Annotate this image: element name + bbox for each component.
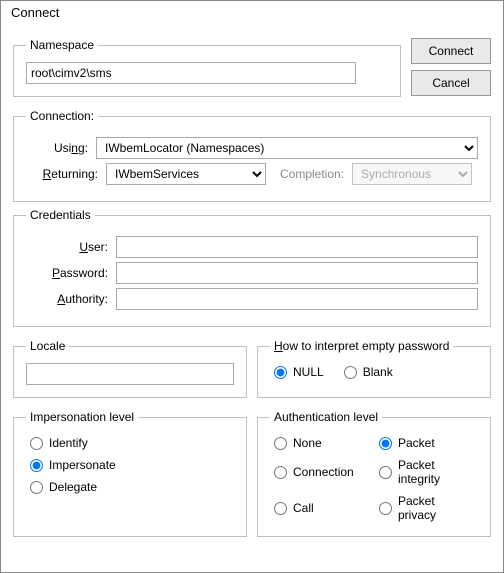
locale-input[interactable] [26,363,234,385]
namespace-legend: Namespace [26,38,98,52]
authentication-legend: Authentication level [270,410,382,424]
completion-label: Completion: [280,167,344,181]
authority-input[interactable] [116,288,478,310]
namespace-input[interactable] [26,62,356,84]
identify-radio[interactable] [30,437,43,450]
credentials-group: Credentials User: Password: Authority: [13,208,491,327]
delegate-radio-label[interactable]: Delegate [30,480,230,494]
none-radio-label[interactable]: None [274,436,369,450]
packet-integrity-radio-label[interactable]: Packet integrity [379,458,474,486]
connection-radio[interactable] [274,466,287,479]
packet-radio[interactable] [379,437,392,450]
packet-privacy-radio-label[interactable]: Packet privacy [379,494,474,522]
null-radio-label[interactable]: NULL [274,365,324,379]
returning-select[interactable]: IWbemServices [106,163,266,185]
connection-legend: Connection: [26,109,98,123]
impersonation-legend: Impersonation level [26,410,138,424]
impersonate-radio[interactable] [30,459,43,472]
user-input[interactable] [116,236,478,258]
completion-select: Synchronous [352,163,472,185]
identify-radio-label[interactable]: Identify [30,436,230,450]
dialog-body: Namespace Connect Cancel Connection: Usi… [1,24,503,572]
connection-radio-label[interactable]: Connection [274,458,369,486]
blank-radio-label[interactable]: Blank [344,365,393,379]
using-label: Using: [26,141,96,155]
packet-radio-label[interactable]: Packet [379,436,474,450]
namespace-group: Namespace [13,38,401,97]
empty-password-group: How to interpret empty password NULL Bla… [257,339,491,398]
using-select[interactable]: IWbemLocator (Namespaces) [96,137,478,159]
connect-dialog: Connect Namespace Connect Cancel Connect… [0,0,504,573]
blank-radio[interactable] [344,366,357,379]
packet-privacy-radio[interactable] [379,502,392,515]
authority-label: Authority: [26,292,116,306]
none-radio[interactable] [274,437,287,450]
window-title: Connect [1,1,503,24]
call-radio[interactable] [274,502,287,515]
user-label: User: [26,240,116,254]
password-label: Password: [26,266,116,280]
locale-legend: Locale [26,339,69,353]
impersonate-radio-label[interactable]: Impersonate [30,458,230,472]
connection-group: Connection: Using: IWbemLocator (Namespa… [13,109,491,202]
empty-password-legend: How to interpret empty password [270,339,453,353]
returning-label: Returning: [26,167,106,181]
packet-integrity-radio[interactable] [379,466,392,479]
locale-group: Locale [13,339,247,398]
credentials-legend: Credentials [26,208,95,222]
connect-button[interactable]: Connect [411,38,491,64]
cancel-button[interactable]: Cancel [411,70,491,96]
impersonation-group: Impersonation level Identify Impersonate… [13,410,247,537]
null-radio[interactable] [274,366,287,379]
call-radio-label[interactable]: Call [274,494,369,522]
authentication-group: Authentication level None Packet Connect… [257,410,491,537]
delegate-radio[interactable] [30,481,43,494]
password-input[interactable] [116,262,478,284]
